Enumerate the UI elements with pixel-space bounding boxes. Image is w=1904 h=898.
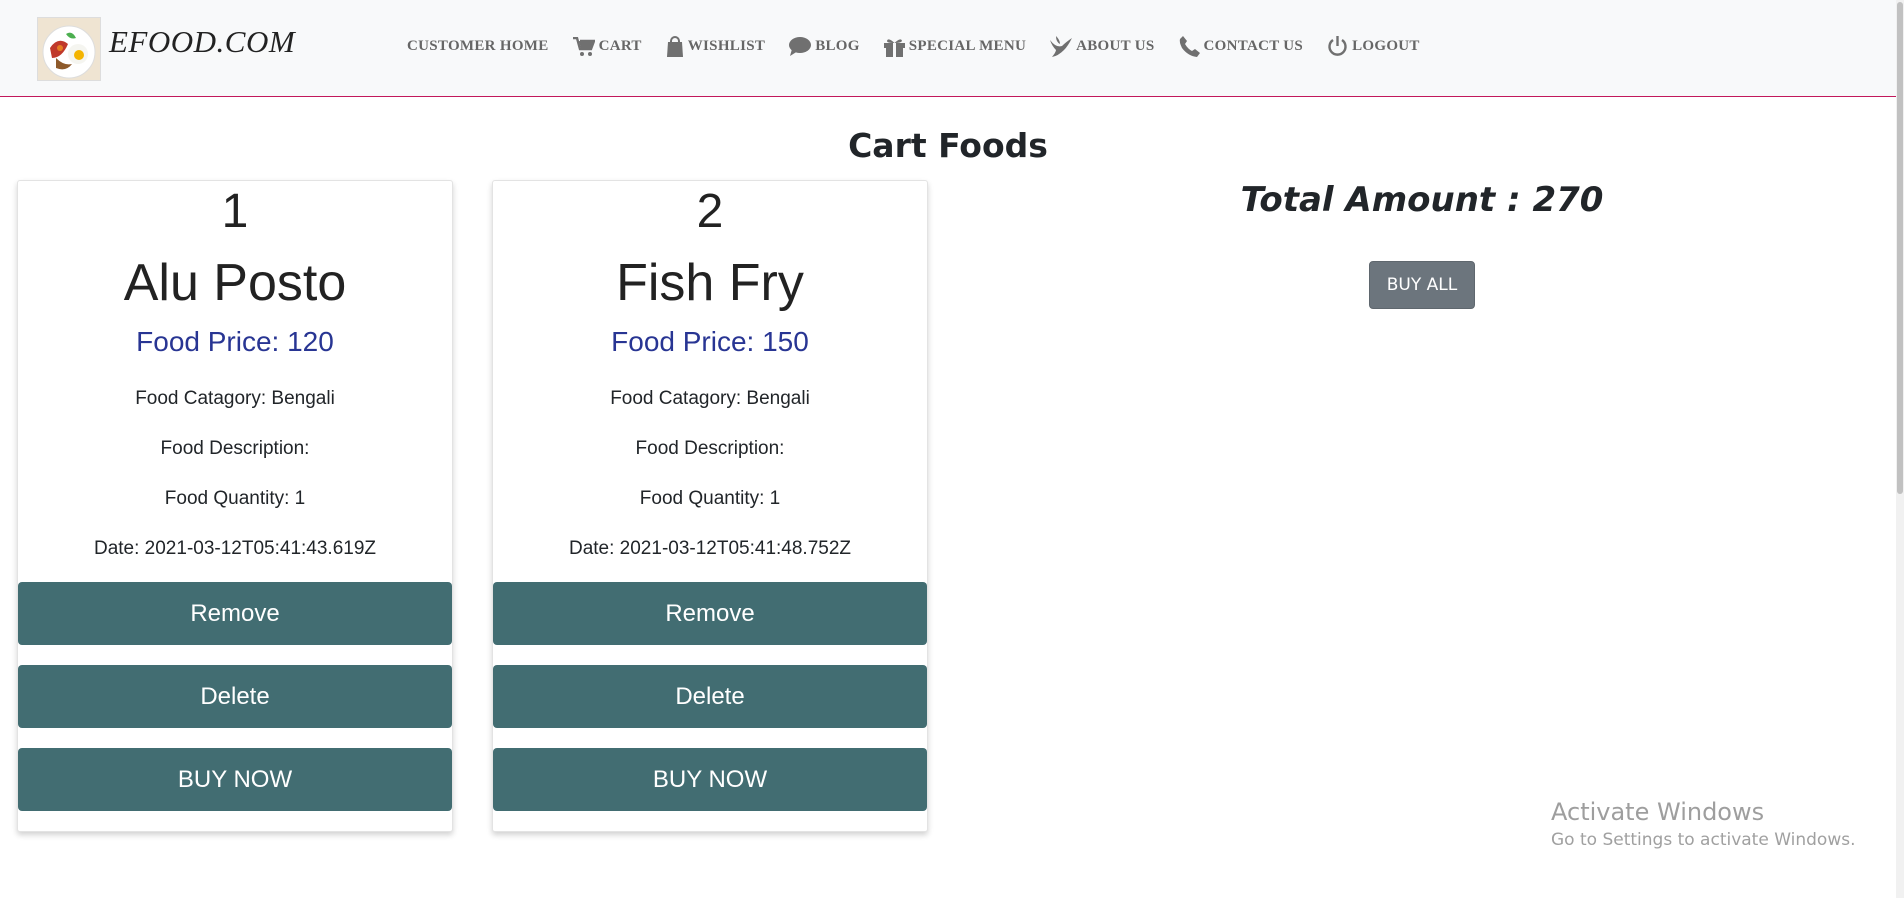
nav-about-us[interactable]: ABOUT US <box>1050 36 1154 57</box>
scrollbar-thumb[interactable] <box>1897 2 1903 494</box>
power-icon <box>1327 36 1348 57</box>
nav-blog-label: BLOG <box>815 38 860 54</box>
nav-customer-home-label: CUSTOMER HOME <box>407 38 549 54</box>
gift-icon <box>883 37 905 57</box>
nav-logout[interactable]: LOGOUT <box>1327 36 1420 57</box>
cart-item-category: Food Catagory: Bengali <box>610 388 810 409</box>
cart-item-price: Food Price: 150 <box>611 326 809 357</box>
cart-item-name: Fish Fry <box>616 254 804 312</box>
comment-icon <box>789 37 812 56</box>
buy-all-button[interactable]: BUY ALL <box>1369 261 1475 309</box>
nav-contact-us-label: CONTACT US <box>1203 38 1304 54</box>
cart-item-category: Food Catagory: Bengali <box>135 388 335 409</box>
nav-customer-home[interactable]: CUSTOMER HOME <box>407 38 549 55</box>
nav-special-menu[interactable]: SPECIAL MENU <box>883 37 1027 57</box>
nav-contact-us[interactable]: CONTACT US <box>1179 36 1304 57</box>
cart-item-card: 2 Fish Fry Food Price: 150 Food Catagory… <box>492 180 928 832</box>
nav-cart-label: CART <box>598 38 642 54</box>
nav-logout-label: LOGOUT <box>1352 38 1420 54</box>
nav-wishlist[interactable]: WISHLIST <box>666 36 765 57</box>
cart-item-card: 1 Alu Posto Food Price: 120 Food Catagor… <box>17 180 453 832</box>
cart-item-quantity: Food Quantity: 1 <box>164 488 306 509</box>
buy-now-button[interactable]: BUY NOW <box>493 748 927 811</box>
watermark-subtitle: Go to Settings to activate Windows. <box>1551 830 1856 850</box>
cart-item-description: Food Description: <box>160 438 310 459</box>
cart-item-date: Date: 2021-03-12T05:41:43.619Z <box>93 538 377 559</box>
delete-button[interactable]: Delete <box>18 665 452 728</box>
cart-item-name: Alu Posto <box>123 254 347 312</box>
page-title: Cart Foods <box>848 126 1048 165</box>
total-amount: Total Amount : 270 <box>1240 180 1604 220</box>
dove-icon <box>1050 36 1073 57</box>
navbar: EFOOD.COM CUSTOMER HOME CART WISHLIST BL… <box>0 0 1896 97</box>
remove-button[interactable]: Remove <box>18 582 452 645</box>
brand[interactable]: EFOOD.COM <box>37 17 295 81</box>
watermark-title: Activate Windows <box>1551 798 1765 826</box>
nav-special-menu-label: SPECIAL MENU <box>908 38 1027 54</box>
cart-item-price: Food Price: 120 <box>136 326 334 357</box>
shopping-bag-icon <box>666 36 684 57</box>
main-nav: CUSTOMER HOME CART WISHLIST BLOG SPECIAL… <box>407 36 1444 57</box>
cart-item-index: 2 <box>696 185 724 238</box>
nav-blog[interactable]: BLOG <box>789 37 860 56</box>
cart-item-index: 1 <box>221 185 249 238</box>
nav-wishlist-label: WISHLIST <box>687 38 766 54</box>
nav-cart[interactable]: CART <box>572 36 642 57</box>
remove-button[interactable]: Remove <box>493 582 927 645</box>
phone-icon <box>1179 36 1200 57</box>
delete-button[interactable]: Delete <box>493 665 927 728</box>
vertical-scrollbar[interactable] <box>1896 0 1904 898</box>
windows-activation-watermark: Activate Windows Go to Settings to activ… <box>1551 798 1856 850</box>
nav-about-us-label: ABOUT US <box>1076 38 1155 54</box>
buy-now-button[interactable]: BUY NOW <box>18 748 452 811</box>
brand-logo[interactable] <box>37 17 101 81</box>
cart-item-description: Food Description: <box>635 438 785 459</box>
brand-name[interactable]: EFOOD.COM <box>109 24 295 60</box>
cart-item-quantity: Food Quantity: 1 <box>639 488 781 509</box>
cart-icon <box>572 36 595 57</box>
cart-item-date: Date: 2021-03-12T05:41:48.752Z <box>568 538 852 559</box>
